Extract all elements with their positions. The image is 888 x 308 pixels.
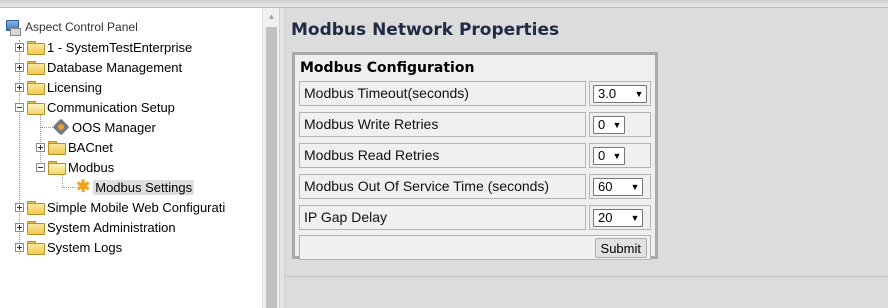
dropdown-arrow-icon: ▼ bbox=[630, 213, 640, 223]
select-value: 0 bbox=[598, 148, 606, 163]
tree-guide-line bbox=[63, 187, 75, 188]
field-label-read-retries: Modbus Read Retries bbox=[299, 143, 586, 168]
dropdown-arrow-icon: ▼ bbox=[634, 89, 644, 99]
dropdown-arrow-icon: ▼ bbox=[612, 151, 622, 161]
folder-icon bbox=[27, 61, 45, 75]
collapse-minus-icon[interactable] bbox=[15, 102, 24, 112]
folder-icon bbox=[27, 241, 45, 255]
expand-plus-icon[interactable] bbox=[15, 62, 24, 72]
tree-item-systemtestenterprise[interactable]: 1 - SystemTestEnterprise bbox=[15, 37, 192, 57]
expand-plus-icon[interactable] bbox=[15, 202, 24, 212]
field-cell-write-retries: 0 ▼ bbox=[589, 112, 651, 137]
tree-item-label[interactable]: Database Management bbox=[47, 60, 182, 75]
tree-item-licensing[interactable]: Licensing bbox=[15, 77, 102, 97]
read-retries-select[interactable]: 0 ▼ bbox=[593, 147, 625, 165]
navigation-tree: Aspect Control Panel 1 - SystemTestEnter… bbox=[0, 8, 262, 308]
scroll-up-arrow-icon[interactable]: ▲ bbox=[263, 8, 280, 25]
field-cell-out-of-service-time: 60 ▼ bbox=[589, 174, 651, 199]
folder-icon bbox=[48, 141, 66, 155]
expand-plus-icon[interactable] bbox=[15, 222, 24, 232]
tree-scrollbar[interactable]: ▲ bbox=[262, 8, 279, 308]
star-icon: ✱ bbox=[76, 177, 91, 196]
field-label-modbus-timeout: Modbus Timeout(seconds) bbox=[299, 81, 586, 106]
tree-guide-line bbox=[41, 127, 53, 128]
page-title: Modbus Network Properties bbox=[291, 20, 560, 40]
modbus-config-form: Modbus Configuration Modbus Timeout(seco… bbox=[292, 52, 658, 260]
select-value: 60 bbox=[598, 179, 613, 194]
expand-plus-icon[interactable] bbox=[15, 242, 24, 252]
collapse-minus-icon[interactable] bbox=[36, 162, 45, 172]
window-top-strip bbox=[0, 0, 888, 8]
folder-icon bbox=[27, 41, 45, 55]
folder-icon bbox=[27, 201, 45, 215]
field-label-write-retries: Modbus Write Retries bbox=[299, 112, 586, 137]
tree-root[interactable]: Aspect Control Panel bbox=[6, 17, 138, 37]
tree-item-label[interactable]: 1 - SystemTestEnterprise bbox=[47, 40, 192, 55]
tree-item-label[interactable]: Modbus Settings bbox=[93, 179, 195, 195]
out-of-service-time-select[interactable]: 60 ▼ bbox=[593, 178, 643, 196]
write-retries-select[interactable]: 0 ▼ bbox=[593, 116, 625, 134]
tree-item-modbus[interactable]: Modbus bbox=[36, 157, 114, 177]
submit-row: Submit bbox=[299, 235, 651, 260]
tree-item-label[interactable]: Simple Mobile Web Configurati bbox=[47, 200, 225, 215]
folder-open-icon bbox=[27, 101, 45, 115]
tree-item-system-administration[interactable]: System Administration bbox=[15, 217, 176, 237]
scroll-thumb[interactable] bbox=[266, 27, 277, 308]
dropdown-arrow-icon: ▼ bbox=[630, 182, 640, 192]
tree-item-oos-manager[interactable]: OOS Manager bbox=[53, 117, 156, 137]
tree-item-database-management[interactable]: Database Management bbox=[15, 57, 182, 77]
main-panel: Modbus Network Properties Modbus Configu… bbox=[285, 8, 888, 308]
tree-item-label[interactable]: System Logs bbox=[47, 240, 122, 255]
tree-item-label[interactable]: BACnet bbox=[68, 140, 113, 155]
submit-button[interactable]: Submit bbox=[594, 238, 647, 258]
select-value: 0 bbox=[598, 117, 606, 132]
select-value: 20 bbox=[598, 210, 613, 225]
modbus-timeout-select[interactable]: 3.0 ▼ bbox=[593, 85, 647, 103]
control-panel-icon bbox=[6, 19, 21, 36]
gear-icon bbox=[53, 119, 69, 135]
dropdown-arrow-icon: ▼ bbox=[612, 120, 622, 130]
field-cell-read-retries: 0 ▼ bbox=[589, 143, 651, 168]
tree-item-label[interactable]: OOS Manager bbox=[72, 120, 156, 135]
select-value: 3.0 bbox=[598, 86, 617, 101]
expand-plus-icon[interactable] bbox=[15, 42, 24, 52]
ip-gap-delay-select[interactable]: 20 ▼ bbox=[593, 209, 643, 227]
field-label-out-of-service-time: Modbus Out Of Service Time (seconds) bbox=[299, 174, 586, 199]
tree-item-system-logs[interactable]: System Logs bbox=[15, 237, 122, 257]
tree-item-label[interactable]: Communication Setup bbox=[47, 100, 175, 115]
section-title: Modbus Configuration bbox=[300, 60, 475, 76]
tree-item-modbus-settings[interactable]: ✱ Modbus Settings bbox=[76, 177, 195, 197]
tree-item-label[interactable]: System Administration bbox=[47, 220, 176, 235]
tree-item-label[interactable]: Licensing bbox=[47, 80, 102, 95]
folder-icon bbox=[27, 81, 45, 95]
tree-root-label: Aspect Control Panel bbox=[25, 20, 138, 34]
tree-item-bacnet[interactable]: BACnet bbox=[36, 137, 113, 157]
folder-icon bbox=[27, 221, 45, 235]
expand-plus-icon[interactable] bbox=[15, 82, 24, 92]
divider-line bbox=[285, 276, 888, 277]
field-cell-modbus-timeout: 3.0 ▼ bbox=[589, 81, 651, 106]
folder-open-icon bbox=[48, 161, 66, 175]
tree-item-communication-setup[interactable]: Communication Setup bbox=[15, 97, 175, 117]
field-label-ip-gap-delay: IP Gap Delay bbox=[299, 205, 586, 230]
field-cell-ip-gap-delay: 20 ▼ bbox=[589, 205, 651, 230]
expand-plus-icon[interactable] bbox=[36, 142, 45, 152]
tree-item-label[interactable]: Modbus bbox=[68, 160, 114, 175]
tree-item-simple-mobile-web[interactable]: Simple Mobile Web Configurati bbox=[15, 197, 225, 217]
